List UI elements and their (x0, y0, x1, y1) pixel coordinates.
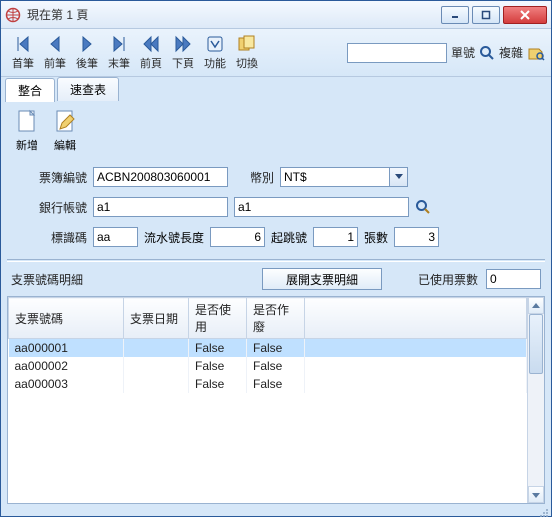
tab-integrate[interactable]: 整合 (5, 78, 55, 102)
last-record-button[interactable]: 末筆 (103, 34, 135, 71)
used-count-input[interactable] (486, 269, 541, 289)
minimize-button[interactable] (441, 6, 469, 24)
detail-title: 支票號碼明細 (11, 271, 83, 288)
switch-button[interactable]: 切換 (231, 34, 263, 71)
chevron-down-icon[interactable] (390, 167, 408, 187)
scroll-down-icon[interactable] (528, 486, 544, 503)
book-no-input[interactable] (93, 167, 228, 187)
scroll-thumb[interactable] (529, 314, 543, 374)
currency-select[interactable]: NT$ (280, 167, 408, 187)
main-toolbar: 首筆 前筆 後筆 末筆 前頁 下頁 功能 切換 單號 複雜 (1, 29, 551, 77)
start-label: 起跳號 (271, 229, 307, 246)
function-button[interactable]: 功能 (199, 34, 231, 71)
scroll-up-icon[interactable] (528, 297, 544, 314)
grid-panel: 支票號碼 支票日期 是否使用 是否作廢 aa000001FalseFalse a (7, 296, 545, 504)
complex-label: 複雜 (499, 44, 523, 61)
idcode-label: 標識碼 (27, 229, 87, 246)
detail-header: 支票號碼明細 展開支票明細 已使用票數 (7, 266, 545, 292)
tab-quickref[interactable]: 速查表 (57, 77, 119, 101)
app-window: 現在第 1 頁 首筆 前筆 後筆 末筆 前頁 下頁 功能 切換 單號 複雜 整合… (0, 0, 552, 517)
edit-button[interactable]: 編輯 (49, 109, 81, 153)
bank-label: 銀行帳號 (27, 199, 87, 216)
ops-row: 新增 編輯 (7, 107, 545, 155)
expand-detail-button[interactable]: 展開支票明細 (262, 268, 382, 290)
col-check-no[interactable]: 支票號碼 (9, 298, 124, 339)
prev-record-button[interactable]: 前筆 (39, 34, 71, 71)
add-button[interactable]: 新增 (11, 109, 43, 153)
pages-input[interactable] (394, 227, 439, 247)
search-icon[interactable] (479, 45, 495, 61)
serial-len-input[interactable] (210, 227, 265, 247)
col-void[interactable]: 是否作廢 (247, 298, 305, 339)
vertical-scrollbar[interactable] (527, 297, 544, 503)
currency-label: 幣別 (234, 169, 274, 186)
status-strip (1, 510, 551, 516)
content-area: 新增 編輯 票簿編號 幣別 NT$ 銀行帳號 (1, 101, 551, 510)
scroll-track[interactable] (528, 314, 544, 486)
tab-strip: 整合 速查表 (1, 77, 551, 101)
col-check-date[interactable]: 支票日期 (124, 298, 189, 339)
table-row[interactable]: aa000001FalseFalse (9, 339, 527, 358)
used-label: 已使用票數 (418, 271, 478, 288)
data-grid[interactable]: 支票號碼 支票日期 是否使用 是否作廢 aa000001FalseFalse a (8, 297, 527, 503)
book-no-label: 票簿編號 (27, 169, 87, 186)
next-page-button[interactable]: 下頁 (167, 34, 199, 71)
bank-search-icon[interactable] (415, 199, 431, 215)
start-input[interactable] (313, 227, 358, 247)
maximize-button[interactable] (472, 6, 500, 24)
pages-label: 張數 (364, 229, 388, 246)
form-panel: 票簿編號 幣別 NT$ 銀行帳號 標識碼 流水號長度 起跳號 (7, 159, 545, 255)
complex-icon[interactable] (527, 45, 545, 61)
app-icon (5, 7, 21, 23)
separator (7, 259, 545, 262)
form-no-label: 單號 (451, 44, 475, 61)
search-input[interactable] (347, 43, 447, 63)
table-row[interactable]: aa000002FalseFalse (9, 357, 527, 375)
prev-page-button[interactable]: 前頁 (135, 34, 167, 71)
first-record-button[interactable]: 首筆 (7, 34, 39, 71)
serial-len-label: 流水號長度 (144, 229, 204, 246)
bank1-input[interactable] (93, 197, 228, 217)
titlebar: 現在第 1 頁 (1, 1, 551, 29)
next-record-button[interactable]: 後筆 (71, 34, 103, 71)
close-button[interactable] (503, 6, 547, 24)
table-row[interactable]: aa000003FalseFalse (9, 375, 527, 393)
window-title: 現在第 1 頁 (27, 6, 441, 23)
bank2-input[interactable] (234, 197, 409, 217)
idcode-input[interactable] (93, 227, 138, 247)
col-used[interactable]: 是否使用 (189, 298, 247, 339)
col-spacer (305, 298, 527, 339)
